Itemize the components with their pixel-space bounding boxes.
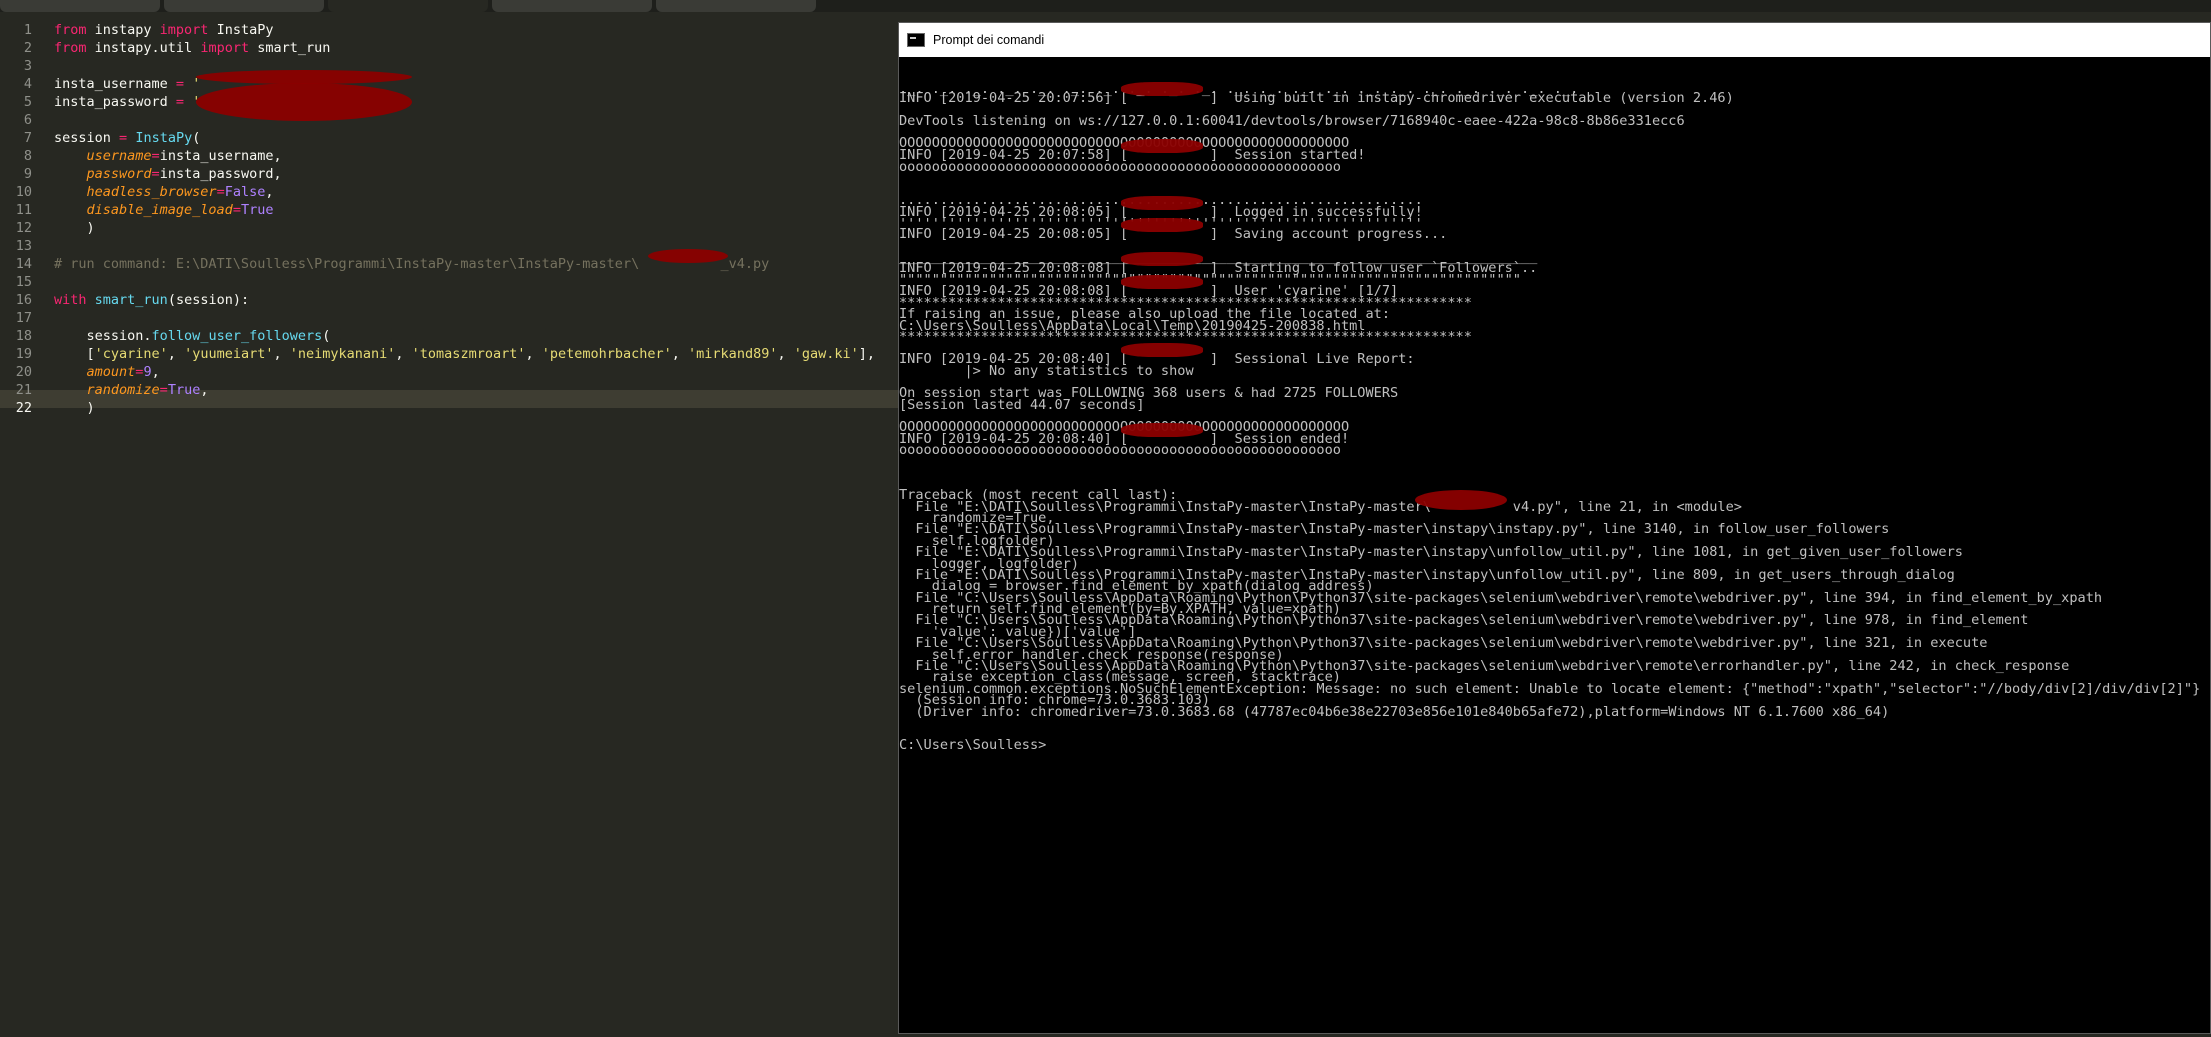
- console-output[interactable]: ._. ._. ._. ._. ._. ._. ._. ._. ._. ._. …: [899, 57, 2210, 1033]
- redaction-mark: [196, 83, 412, 121]
- tab-bar: [0, 0, 2211, 12]
- line-number: 1: [23, 22, 32, 38]
- line-number: 14: [15, 256, 32, 272]
- code-line[interactable]: amount=9,: [54, 363, 160, 381]
- code-line[interactable]: from instapy.util import smart_run: [54, 39, 330, 57]
- redaction-mark: [196, 70, 412, 84]
- editor-tab-active[interactable]: [328, 0, 488, 12]
- console-titlebar[interactable]: Prompt dei comandi: [899, 23, 2210, 57]
- line-number: 2: [23, 40, 32, 56]
- editor-tab[interactable]: [492, 0, 652, 12]
- console-title: Prompt dei comandi: [933, 33, 1045, 47]
- code-line[interactable]: insta_password = ': [54, 93, 200, 111]
- editor-tab[interactable]: [656, 0, 816, 12]
- redaction-mark: [1121, 343, 1203, 357]
- editor-tab[interactable]: [164, 0, 324, 12]
- redaction-mark: [1121, 139, 1203, 153]
- code-line[interactable]: ): [54, 219, 95, 237]
- line-number: 20: [15, 364, 32, 380]
- console-line: DevTools listening on ws://127.0.0.1:600…: [899, 113, 1685, 129]
- redaction-mark: [1415, 490, 1507, 510]
- code-line[interactable]: ): [54, 399, 95, 417]
- console-line: [Session lasted 44.07 seconds]: [899, 397, 1145, 413]
- line-number: 8: [23, 148, 32, 164]
- line-number: 5: [23, 94, 32, 110]
- line-number: 17: [15, 310, 32, 326]
- code-line[interactable]: randomize=True,: [54, 381, 209, 399]
- code-line[interactable]: username=insta_username,: [54, 147, 282, 165]
- redaction-mark: [1121, 82, 1203, 96]
- console-line: |> No any statistics to show: [899, 363, 1194, 379]
- console-line: oooooooooooooooooooooooooooooooooooooooo…: [899, 159, 1341, 175]
- redaction-mark: [1121, 423, 1203, 437]
- code-line[interactable]: with smart_run(session):: [54, 291, 249, 309]
- editor-tab[interactable]: [0, 0, 160, 12]
- code-editor[interactable]: 1 from instapy import InstaPy 2 from instap…: [0, 12, 898, 1037]
- line-number: 22: [15, 400, 32, 416]
- line-number: 15: [15, 274, 32, 290]
- line-number: 4: [23, 76, 32, 92]
- line-number: 3: [23, 58, 32, 74]
- redaction-mark: [1121, 196, 1203, 210]
- redaction-mark: [648, 249, 728, 263]
- line-number: 19: [15, 346, 32, 362]
- terminal-icon: [907, 33, 925, 47]
- line-number: 6: [23, 112, 32, 128]
- code-line[interactable]: password=insta_password,: [54, 165, 282, 183]
- redaction-mark: [1121, 218, 1203, 232]
- line-number: 9: [23, 166, 32, 182]
- code-line[interactable]: ['cyarine', 'yuumeiart', 'neimykanani', …: [54, 345, 876, 363]
- redaction-mark: [1121, 275, 1203, 289]
- code-line[interactable]: insta_username = ': [54, 75, 200, 93]
- code-line[interactable]: from instapy import InstaPy: [54, 21, 273, 39]
- console-line: INFO [2019-04-25 20:07:56] [ ] Using bui…: [899, 90, 1734, 106]
- redaction-mark: [1121, 252, 1203, 266]
- line-number: 21: [15, 382, 32, 398]
- code-line[interactable]: session.follow_user_followers(: [54, 327, 331, 345]
- line-number: 13: [15, 238, 32, 254]
- line-number: 10: [15, 184, 32, 200]
- console-line: ****************************************…: [899, 329, 1472, 345]
- line-number: 7: [23, 130, 32, 146]
- line-number: 16: [15, 292, 32, 308]
- console-line: C:\Users\Soulless>: [899, 737, 1047, 753]
- line-number: 11: [15, 202, 32, 218]
- console-line: (Driver info: chromedriver=73.0.3683.68 …: [899, 704, 1890, 720]
- command-prompt-window[interactable]: Prompt dei comandi ._. ._. ._. ._. ._. .…: [898, 22, 2211, 1034]
- code-line[interactable]: disable_image_load=True: [54, 201, 274, 219]
- code-line[interactable]: headless_browser=False,: [54, 183, 274, 201]
- code-line[interactable]: session = InstaPy(: [54, 129, 200, 147]
- console-line: oooooooooooooooooooooooooooooooooooooooo…: [899, 442, 1341, 458]
- line-number: 12: [15, 220, 32, 236]
- line-number: 18: [15, 328, 32, 344]
